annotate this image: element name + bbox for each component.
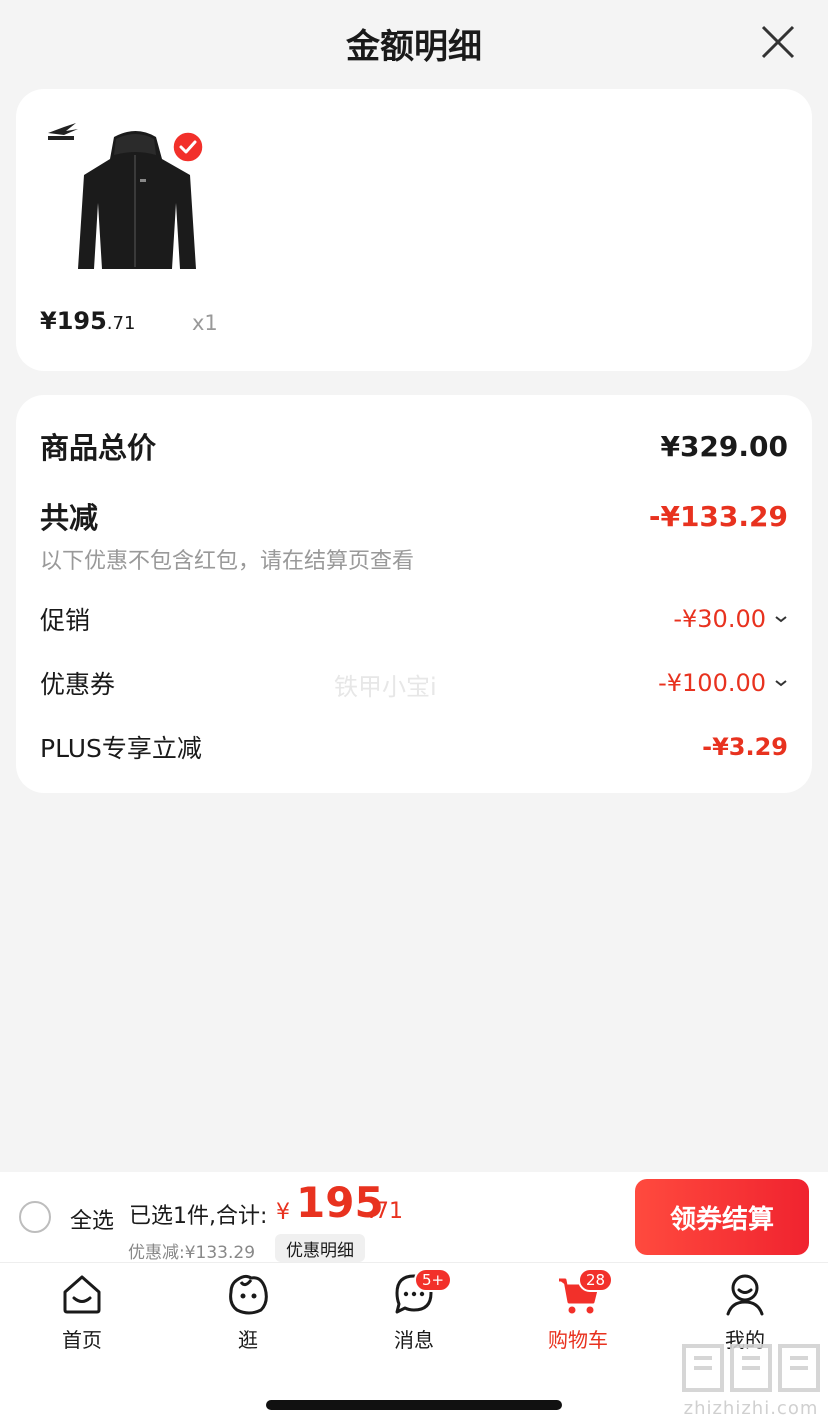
home-indicator[interactable] bbox=[266, 1400, 562, 1410]
chevron-down-icon[interactable] bbox=[774, 678, 788, 688]
browse-face-icon bbox=[229, 1274, 268, 1315]
close-icon[interactable] bbox=[758, 22, 798, 62]
site-logo-icon bbox=[682, 1344, 820, 1392]
header: 金额明细 bbox=[0, 0, 828, 86]
promo-row[interactable]: 促销 -¥30.00 bbox=[40, 601, 788, 637]
tab-browse-label: 逛 bbox=[238, 1328, 258, 1352]
total-reduce-value: -¥133.29 bbox=[648, 499, 788, 533]
selected-count-text: 已选1件,合计: bbox=[129, 1204, 268, 1229]
cart-badge: 28 bbox=[578, 1268, 614, 1292]
tab-browse[interactable]: 逛 bbox=[198, 1272, 298, 1352]
product-price-int: ¥195 bbox=[40, 307, 107, 335]
total-amount-dec: .71 bbox=[368, 1199, 403, 1224]
product-price-dec: .71 bbox=[106, 313, 136, 334]
tab-messages[interactable]: 5+ 消息 bbox=[364, 1268, 464, 1352]
user-watermark: 铁甲小宝i bbox=[334, 673, 437, 701]
coupon-value: -¥100.00 bbox=[658, 669, 766, 697]
home-icon bbox=[63, 1275, 101, 1314]
user-icon bbox=[726, 1274, 764, 1316]
checkout-button[interactable]: 领券结算 bbox=[635, 1179, 809, 1255]
discount-summary: 优惠减:¥133.29 bbox=[128, 1243, 256, 1263]
tab-home[interactable]: 首页 bbox=[32, 1272, 132, 1352]
promo-value-wrap: -¥30.00 bbox=[673, 605, 788, 633]
chevron-down-icon[interactable] bbox=[774, 614, 788, 624]
total-price-value: ¥329.00 bbox=[660, 429, 788, 463]
total-reduce-row: 共减 -¥133.29 bbox=[40, 495, 788, 537]
tab-messages-label: 消息 bbox=[394, 1328, 434, 1352]
total-price-row: 商品总价 ¥329.00 bbox=[40, 425, 788, 467]
tab-home-label: 首页 bbox=[62, 1328, 102, 1352]
site-watermark-text: zhizhizhi.com bbox=[683, 1398, 819, 1419]
discount-detail-button[interactable]: 优惠明细 bbox=[275, 1234, 365, 1262]
tab-cart-label: 购物车 bbox=[548, 1328, 608, 1352]
selected-check-icon[interactable] bbox=[172, 131, 204, 163]
plus-label: PLUS专享立减 bbox=[40, 734, 202, 763]
total-currency: ¥ bbox=[276, 1200, 290, 1225]
price-summary-card: 商品总价 ¥329.00 共减 -¥133.29 以下优惠不包含红包，请在结算页… bbox=[16, 395, 812, 793]
page-title: 金额明细 bbox=[346, 26, 482, 67]
site-watermark: zhizhizhi.com bbox=[676, 1338, 826, 1424]
total-price-label: 商品总价 bbox=[40, 431, 157, 465]
promo-label: 促销 bbox=[40, 606, 91, 635]
coupon-value-wrap: -¥100.00 bbox=[658, 669, 788, 697]
select-all-checkbox[interactable] bbox=[19, 1201, 51, 1233]
product-card: ¥195.71 x1 bbox=[16, 89, 812, 371]
select-all-label[interactable]: 全选 bbox=[70, 1203, 114, 1235]
promo-value: -¥30.00 bbox=[673, 605, 766, 633]
product-quantity: x1 bbox=[192, 311, 218, 335]
tab-cart[interactable]: 28 购物车 bbox=[528, 1268, 628, 1352]
plus-value: -¥3.29 bbox=[702, 733, 788, 761]
plus-row: PLUS专享立减 -¥3.29 bbox=[40, 729, 788, 765]
message-badge: 5+ bbox=[414, 1268, 453, 1292]
total-reduce-label: 共减 bbox=[40, 501, 99, 535]
coupon-label: 优惠券 bbox=[40, 670, 116, 699]
product-price: ¥195.71 bbox=[40, 307, 135, 335]
discount-hint: 以下优惠不包含红包，请在结算页查看 bbox=[40, 549, 415, 574]
